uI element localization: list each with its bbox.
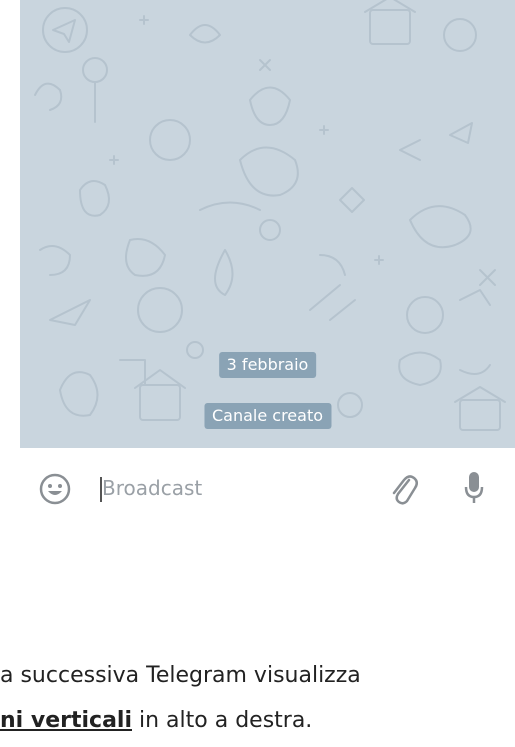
date-separator: 3 febbraio	[218, 352, 317, 378]
article-text-line: ni verticali in alto a destra.	[0, 708, 515, 733]
article-text-line: a successiva Telegram visualizza	[0, 663, 361, 688]
message-input-bar	[20, 448, 515, 528]
channel-created-message: Canale creato	[203, 403, 332, 429]
chat-background: 3 febbraio Canale creato	[20, 0, 515, 448]
article-bold-text: ni verticali	[0, 708, 132, 733]
article-text: in alto a destra.	[132, 708, 313, 733]
microphone-icon[interactable]	[463, 470, 485, 506]
smiley-icon[interactable]	[38, 472, 72, 506]
message-input[interactable]	[102, 470, 352, 506]
paperclip-icon[interactable]	[388, 472, 418, 506]
doodle-pattern	[34, 0, 506, 431]
